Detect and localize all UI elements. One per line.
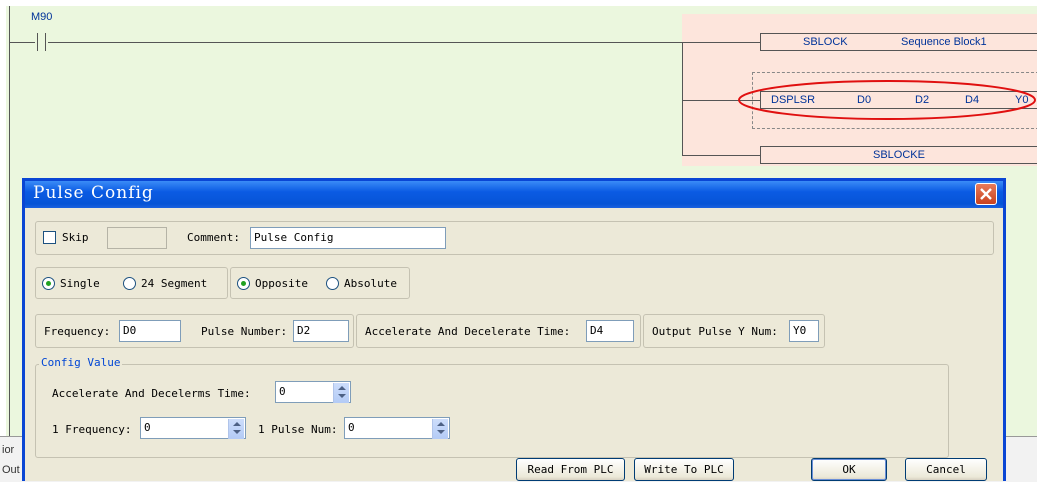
absolute-radio[interactable]	[326, 277, 339, 290]
instruction-sblock[interactable]: SBLOCK Sequence Block1	[760, 33, 1037, 51]
op-label: SBLOCKE	[873, 149, 925, 161]
op-label: SBLOCK	[803, 36, 848, 48]
opposite-label: Opposite	[255, 277, 308, 290]
output-pulse-label: Output Pulse Y Num:	[652, 325, 778, 338]
skip-checkbox[interactable]	[43, 231, 56, 244]
skip-field	[107, 227, 167, 249]
acc-dec-label: Accelerate And Decelerate Time:	[365, 325, 571, 338]
freq1-label: 1 Frequency:	[52, 423, 132, 436]
acc-dec-ms-input[interactable]: 0	[275, 381, 351, 403]
close-button[interactable]	[975, 183, 997, 205]
absolute-label: Absolute	[344, 277, 397, 290]
power-rail	[9, 6, 10, 436]
output-pulse-group: Output Pulse Y Num: Y0	[643, 314, 825, 348]
pulse1-label: 1 Pulse Num:	[258, 423, 338, 436]
pulse-number-input[interactable]: D2	[293, 320, 349, 342]
arg-label: Sequence Block1	[901, 36, 987, 48]
read-from-plc-button[interactable]: Read From PLC	[516, 458, 625, 481]
freq1-input[interactable]: 0	[140, 417, 246, 439]
acc-dec-ms-label: Accelerate And Decelerms Time:	[52, 387, 251, 400]
acc-dec-group: Accelerate And Decelerate Time: D4	[356, 314, 641, 348]
skip-comment-group: Skip Comment: Pulse Config	[35, 221, 994, 255]
frequency-input[interactable]: D0	[119, 320, 181, 342]
single-radio[interactable]	[42, 277, 55, 290]
output-pulse-input[interactable]: Y0	[789, 320, 819, 342]
branch-wire-3	[682, 155, 760, 156]
ok-button[interactable]: OK	[811, 458, 887, 481]
pulse-number-label: Pulse Number:	[201, 325, 288, 338]
close-icon	[980, 188, 992, 200]
24-segment-label: 24 Segment	[141, 277, 208, 290]
freq1-spinner[interactable]	[228, 419, 244, 439]
dialog-title: Pulse Config	[33, 183, 154, 203]
write-to-plc-button[interactable]: Write To PLC	[634, 458, 734, 481]
comment-label: Comment:	[187, 231, 240, 244]
dialog-titlebar[interactable]: Pulse Config	[25, 181, 1003, 208]
branch-wire	[682, 42, 683, 155]
config-value-legend: Config Value	[39, 356, 123, 369]
single-label: Single	[60, 277, 100, 290]
skip-label: Skip	[62, 231, 89, 244]
output-panel-label: ior	[2, 444, 15, 456]
24-segment-radio[interactable]	[123, 277, 136, 290]
contact-label: M90	[31, 11, 53, 23]
pulse1-spinner[interactable]	[432, 419, 448, 439]
frequency-label: Frequency:	[44, 325, 111, 338]
pulse1-value: 0	[348, 421, 355, 434]
pulse1-input[interactable]: 0	[344, 417, 450, 439]
opposite-radio[interactable]	[237, 277, 250, 290]
freq1-value: 0	[144, 421, 151, 434]
segment-mode-group: Single 24 Segment	[35, 267, 228, 299]
rung-wire	[9, 42, 35, 43]
cancel-button[interactable]: Cancel	[905, 458, 987, 481]
output-panel-tab[interactable]: Out	[2, 464, 20, 476]
config-value-group: Config Value Accelerate And Decelerms Ti…	[35, 356, 949, 458]
acc-dec-input[interactable]: D4	[586, 320, 634, 342]
rung-wire-main	[48, 42, 760, 43]
position-mode-group: Opposite Absolute	[230, 267, 410, 299]
comment-input[interactable]: Pulse Config	[250, 227, 446, 249]
frequency-pulse-group: Frequency: D0 Pulse Number: D2	[35, 314, 354, 348]
highlight-ellipse	[738, 80, 1036, 120]
pulse-config-dialog: Pulse Config Skip Comment: Pulse Config …	[22, 178, 1006, 481]
acc-dec-ms-spinner[interactable]	[333, 383, 349, 403]
instruction-sblocke[interactable]: SBLOCKE	[760, 146, 1037, 164]
acc-dec-ms-value: 0	[279, 385, 286, 398]
contact-m90[interactable]	[35, 33, 49, 51]
